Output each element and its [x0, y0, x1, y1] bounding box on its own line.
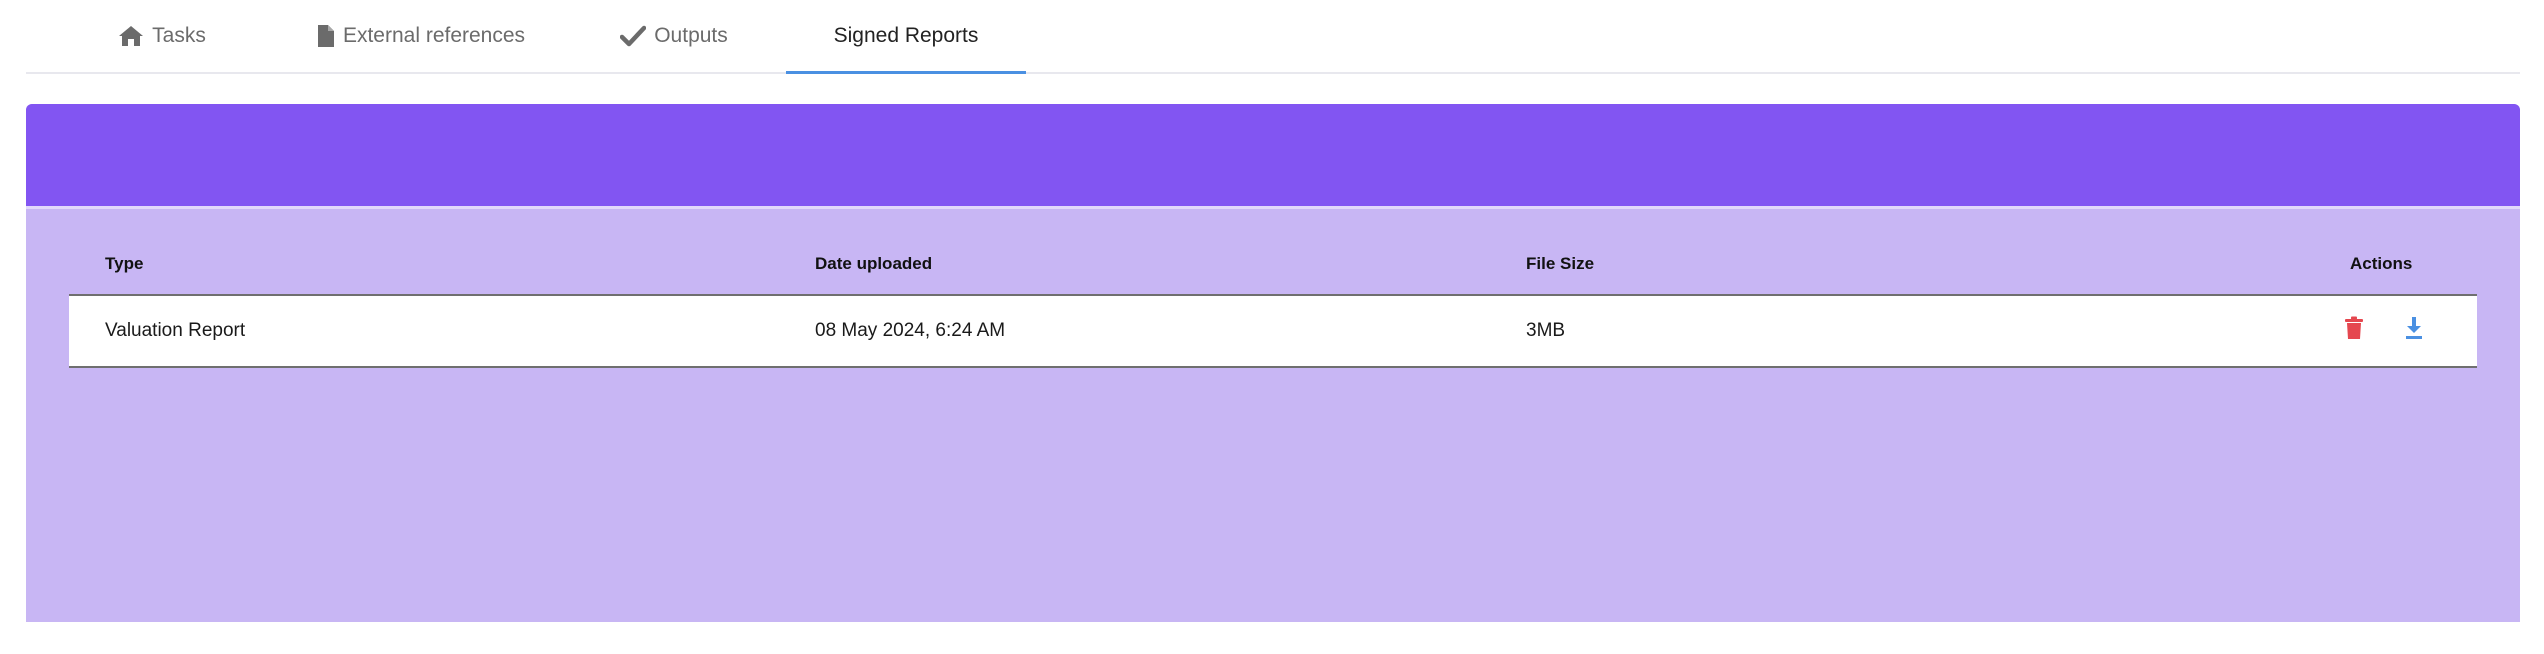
column-header-actions: Actions	[2350, 254, 2413, 273]
column-header-type: Type	[105, 254, 144, 273]
tab-label: External references	[342, 24, 526, 47]
trash-icon	[2344, 316, 2364, 346]
home-icon	[118, 25, 144, 47]
panel-header	[26, 104, 2520, 206]
cell-date-uploaded: 08 May 2024, 6:24 AM	[815, 320, 1006, 341]
table-header: Type Date uploaded File Size Actions	[69, 234, 2477, 294]
tab-label: Signed Reports	[833, 24, 979, 47]
divider	[26, 206, 2520, 209]
signed-reports-table: Type Date uploaded File Size Actions Val…	[69, 234, 2477, 368]
download-icon	[2404, 316, 2424, 346]
signed-reports-panel: Type Date uploaded File Size Actions Val…	[26, 104, 2520, 622]
table-row: Valuation Report 08 May 2024, 6:24 AM 3M…	[69, 294, 2477, 368]
cell-file-size: 3MB	[1526, 320, 1566, 341]
file-icon	[317, 24, 335, 48]
tab-external-references[interactable]: External references	[296, 0, 546, 72]
delete-button[interactable]	[2339, 316, 2369, 346]
check-icon	[620, 25, 647, 47]
tab-label: Outputs	[654, 24, 728, 47]
page: Tasks External references Outputs Signed…	[0, 0, 2544, 654]
tab-label: Tasks	[152, 24, 206, 47]
download-button[interactable]	[2399, 316, 2429, 346]
tab-signed-reports[interactable]: Signed Reports	[786, 0, 1026, 74]
column-header-date-uploaded: Date uploaded	[815, 254, 933, 273]
tab-bar: Tasks External references Outputs Signed…	[26, 0, 2520, 74]
cell-type: Valuation Report	[105, 320, 246, 341]
tab-outputs[interactable]: Outputs	[606, 0, 742, 72]
cell-actions	[2339, 296, 2459, 366]
tab-tasks[interactable]: Tasks	[100, 0, 224, 72]
column-header-file-size: File Size	[1526, 254, 1595, 273]
